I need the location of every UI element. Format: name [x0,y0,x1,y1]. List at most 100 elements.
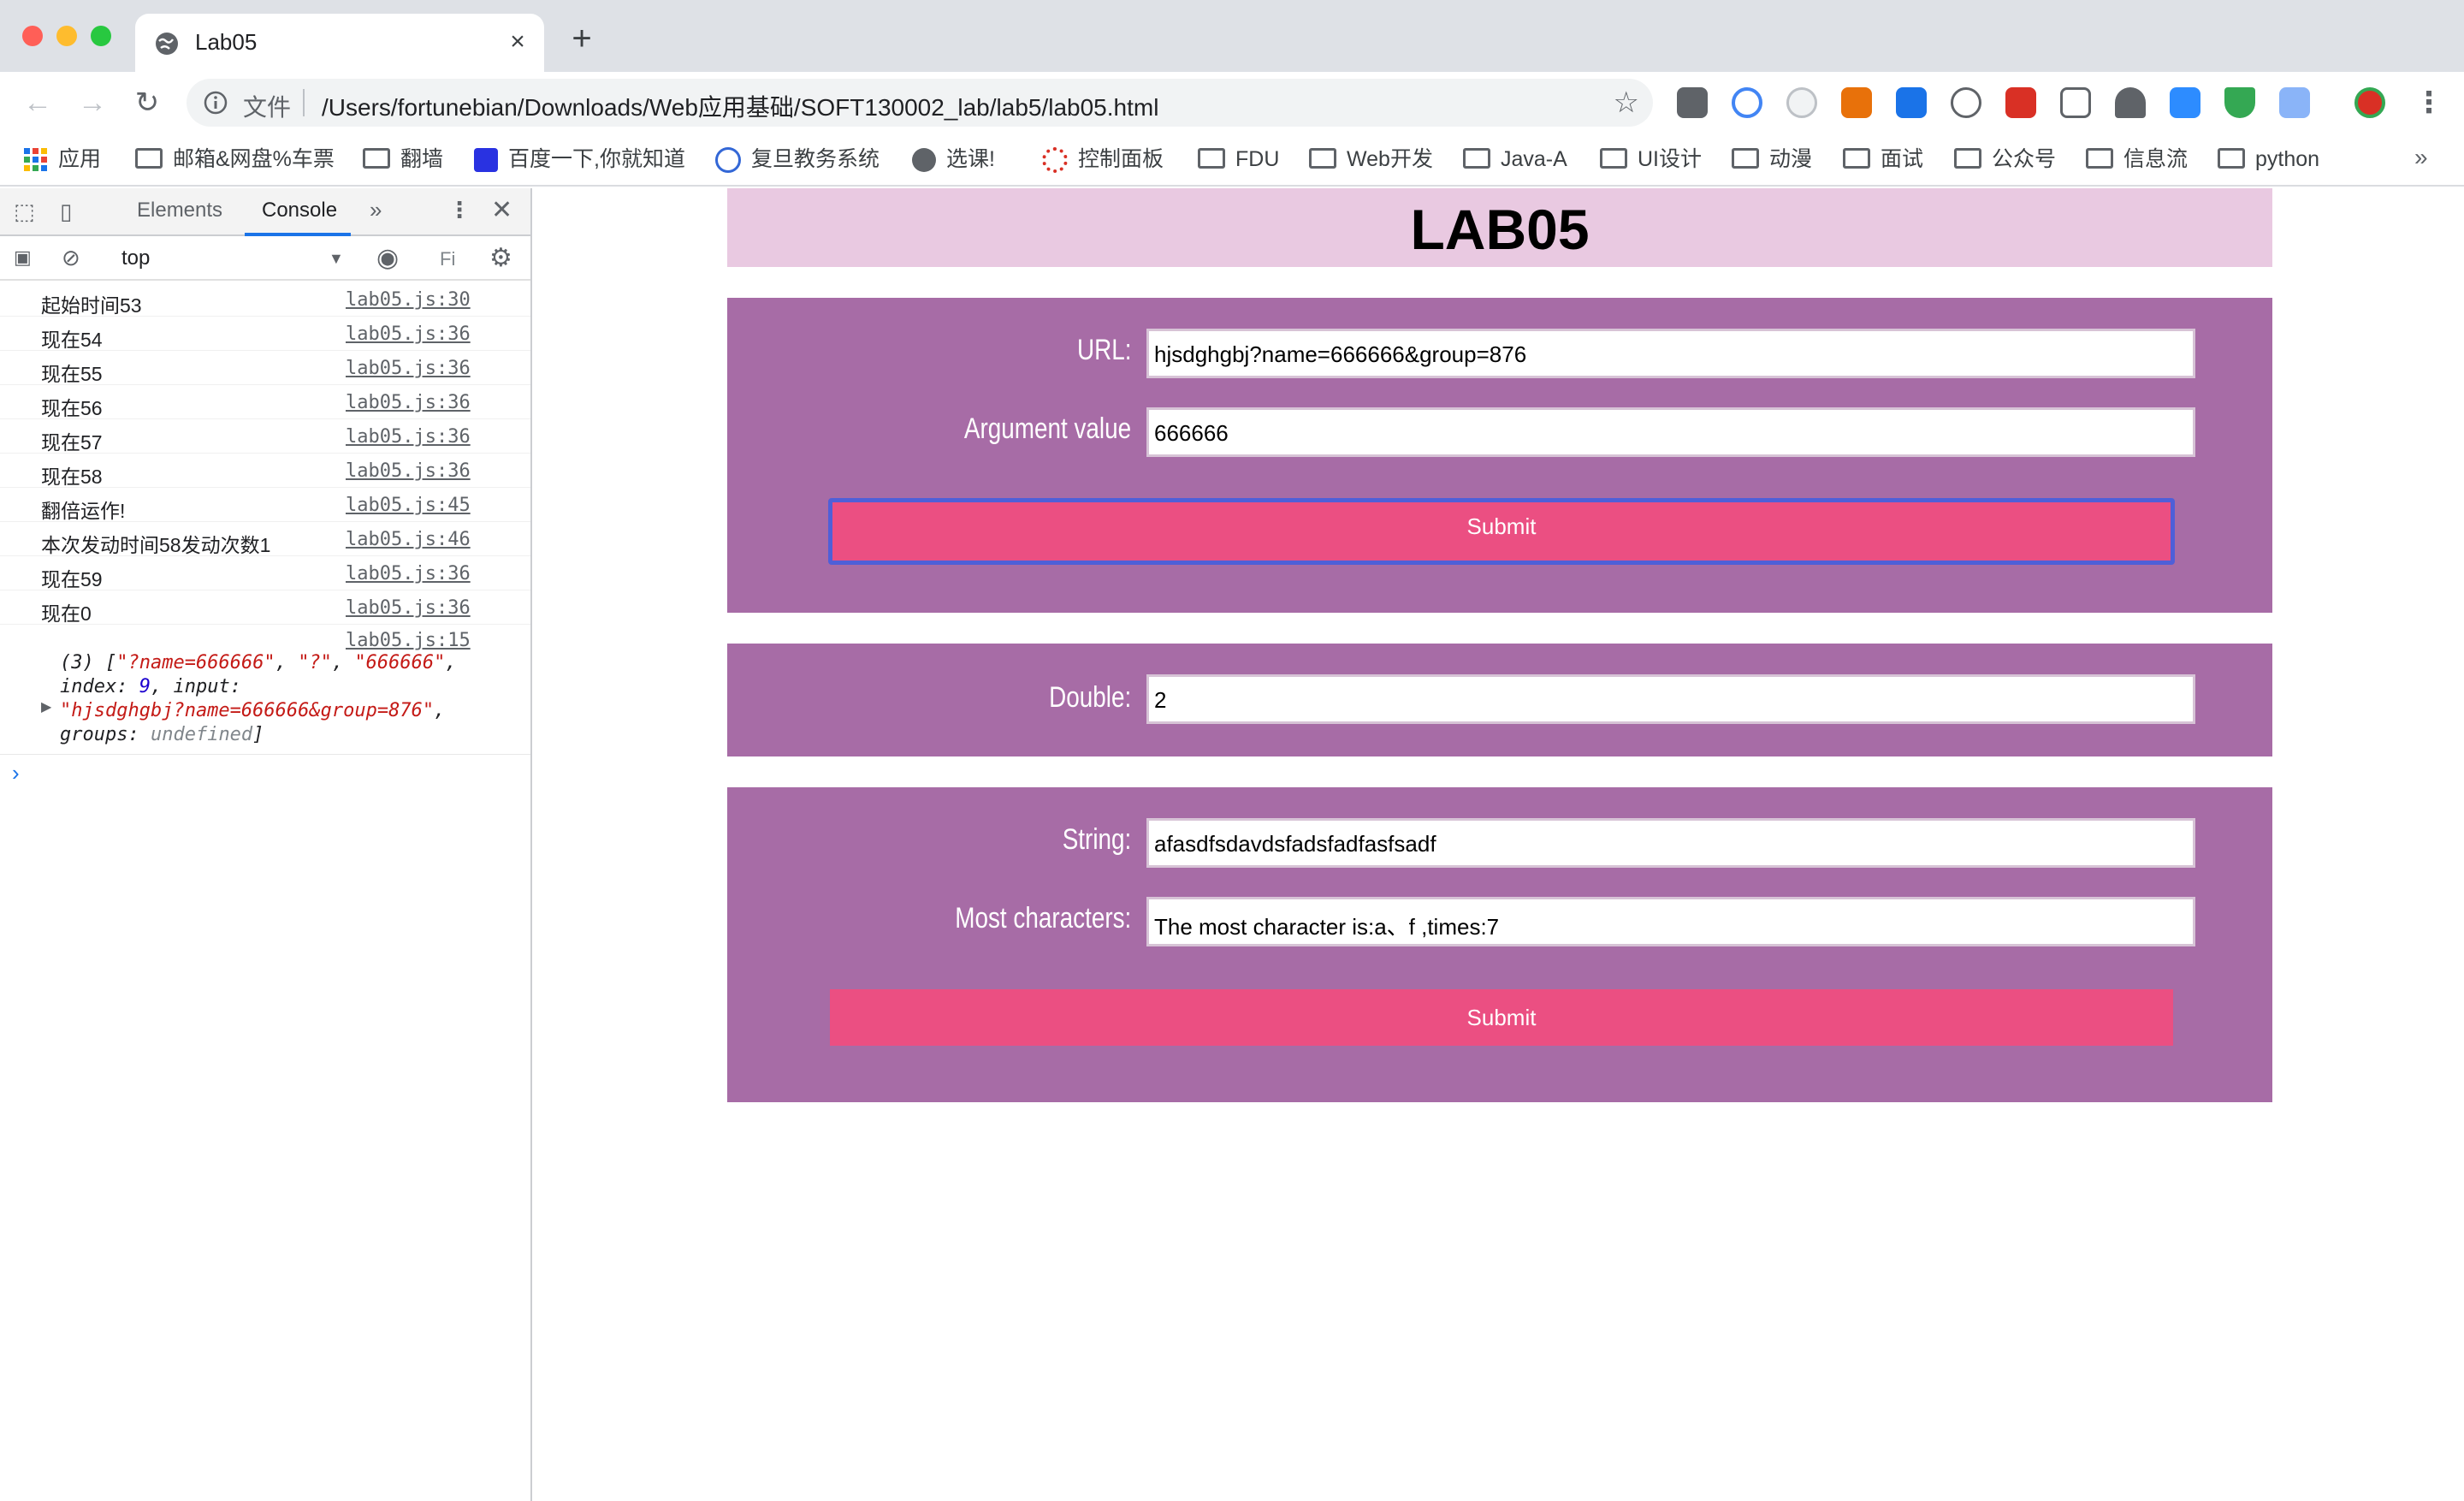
inspect-element-icon[interactable]: ⬚ [14,199,35,225]
address-bar[interactable]: 文件 /Users/fortunebian/Downloads/Web应用基础/… [187,79,1653,127]
settings-gear-icon[interactable]: ⚙ [489,243,512,273]
bookmark-folder[interactable]: 信息流 [2086,144,2188,175]
bookmark-folder[interactable]: 翻墙 [363,144,443,175]
active-tab-indicator [245,233,351,236]
string-panel: String: afasdfsdavdsfadsfadfasfsadf Most… [727,787,2272,1102]
extension-icon[interactable] [1896,87,1927,118]
console-prompt[interactable]: › [12,760,20,786]
console-message: 现在54 lab05.js:36 [0,317,530,351]
source-link[interactable]: lab05.js:46 [346,529,471,550]
bookmark-folder[interactable]: Java-A [1463,144,1567,175]
extension-icon[interactable] [1786,87,1817,118]
extension-icon[interactable] [1677,87,1708,118]
source-link[interactable]: lab05.js:36 [346,323,471,345]
extension-icon[interactable] [2115,87,2146,118]
tab-console[interactable]: Console [262,199,337,222]
source-link[interactable]: lab05.js:36 [346,563,471,584]
extension-icon[interactable] [2279,87,2310,118]
extension-icon[interactable] [1732,87,1762,118]
bookmark-folder[interactable]: UI设计 [1600,144,1702,175]
double-input[interactable]: 2 [1146,674,2195,724]
bookmark-link[interactable]: 控制面板 [1042,144,1164,175]
source-link[interactable]: lab05.js:36 [346,426,471,448]
devtools-tabbar: ⬚ ▯ Elements Console » ⋮ ✕ [0,188,530,236]
url-input[interactable]: hjsdghgbj?name=666666&group=876 [1146,329,2195,378]
string-input[interactable]: afasdfsdavdsfadsfadfasfsadf [1146,818,2195,868]
bookmark-folder[interactable]: 面试 [1843,144,1923,175]
argument-value-input[interactable]: 666666 [1146,407,2195,457]
array-groups-prop: groups: undefined] [60,724,264,745]
browser-tab[interactable]: Lab05 × [135,14,544,72]
bookmark-star-icon[interactable]: ☆ [1614,86,1639,120]
bookmark-folder[interactable]: 动漫 [1732,144,1812,175]
folder-icon [1198,148,1225,169]
bookmark-folder[interactable]: Web开发 [1309,144,1433,175]
globe-icon [912,148,936,173]
close-devtools-icon[interactable]: ✕ [491,195,512,225]
source-link[interactable]: lab05.js:36 [346,358,471,379]
source-link[interactable]: lab05.js:30 [346,289,471,311]
folder-icon [135,148,163,169]
console-filter-input[interactable]: Fi [440,248,455,270]
address-url[interactable]: /Users/fortunebian/Downloads/Web应用基础/SOF… [322,89,1158,123]
maximize-window-button[interactable] [91,26,111,46]
bookmarks-overflow-button[interactable]: » [2414,144,2428,171]
bookmark-link[interactable]: 选课! [912,144,995,175]
clear-console-icon[interactable]: ⊘ [62,245,80,271]
browser-menu-icon[interactable]: ⋮ [2414,86,2443,120]
folder-icon [1309,148,1336,169]
url-panel: URL: hjsdghgbj?name=666666&group=876 Arg… [727,298,2272,613]
source-link[interactable]: lab05.js:36 [346,392,471,413]
sidebar-toggle-icon[interactable]: ▣ [14,246,32,269]
extension-icon[interactable] [2170,87,2200,118]
tab-elements[interactable]: Elements [137,199,222,222]
folder-icon [1732,148,1759,169]
page-title: LAB05 [1410,198,1590,261]
back-button[interactable]: ← [19,84,56,122]
forward-button[interactable]: → [74,84,111,122]
bookmark-folder[interactable]: 公众号 [1954,144,2056,175]
info-icon[interactable] [202,89,229,116]
close-window-button[interactable] [22,26,43,46]
close-tab-icon[interactable]: × [503,27,532,56]
folder-icon [2218,148,2245,169]
console-message: 现在57 lab05.js:36 [0,419,530,454]
minimize-window-button[interactable] [56,26,77,46]
context-selector[interactable]: top [121,246,150,270]
array-index-prop: index: 9, input: [60,676,241,697]
bookmark-link[interactable]: 百度一下,你就知道 [474,144,685,175]
extension-icon[interactable] [2005,87,2036,118]
extension-icon[interactable] [2060,87,2091,118]
folder-icon [363,148,390,169]
source-link[interactable]: lab05.js:45 [346,495,471,516]
bookmark-folder[interactable]: 邮箱&网盘%车票 [135,144,335,175]
bookmark-folder[interactable]: FDU [1198,144,1279,175]
extension-icon[interactable] [1841,87,1872,118]
live-expression-eye-icon[interactable]: ◉ [376,243,399,273]
bookmark-folder[interactable]: python [2218,144,2319,175]
reload-button[interactable]: ↻ [128,84,166,122]
device-toolbar-icon[interactable]: ▯ [60,199,72,225]
devtools-menu-icon[interactable]: ⋮ [448,197,471,223]
expand-triangle-icon[interactable]: ▶ [41,698,51,715]
console-message: 现在58 lab05.js:36 [0,454,530,488]
source-link[interactable]: lab05.js:15 [346,630,471,651]
extension-icon[interactable] [1951,87,1981,118]
submit-button[interactable]: Submit [830,989,2173,1046]
extension-icon[interactable] [2224,87,2255,118]
most-characters-output[interactable]: The most character is:a、f ,times:7 [1146,897,2195,946]
profile-avatar[interactable] [2354,87,2385,118]
array-preview: (3) ["?name=666666", "?", "666666", [60,652,457,673]
bookmark-apps[interactable]: 应用 [24,144,101,175]
source-link[interactable]: lab05.js:36 [346,460,471,482]
string-label: String: [1062,823,1131,856]
new-tab-button[interactable]: + [565,21,599,56]
submit-button[interactable]: Submit [828,498,2175,565]
source-link[interactable]: lab05.js:36 [346,597,471,619]
console-object-message[interactable]: lab05.js:15 ▶ (3) ["?name=666666", "?", … [0,626,530,755]
folder-icon [1843,148,1870,169]
bookmark-link[interactable]: 复旦教务系统 [715,144,880,175]
more-tabs-icon[interactable]: » [370,197,382,223]
browser-toolbar: ← → ↻ 文件 /Users/fortunebian/Downloads/We… [0,72,2464,133]
console-message: 翻倍运作! lab05.js:45 [0,488,530,522]
